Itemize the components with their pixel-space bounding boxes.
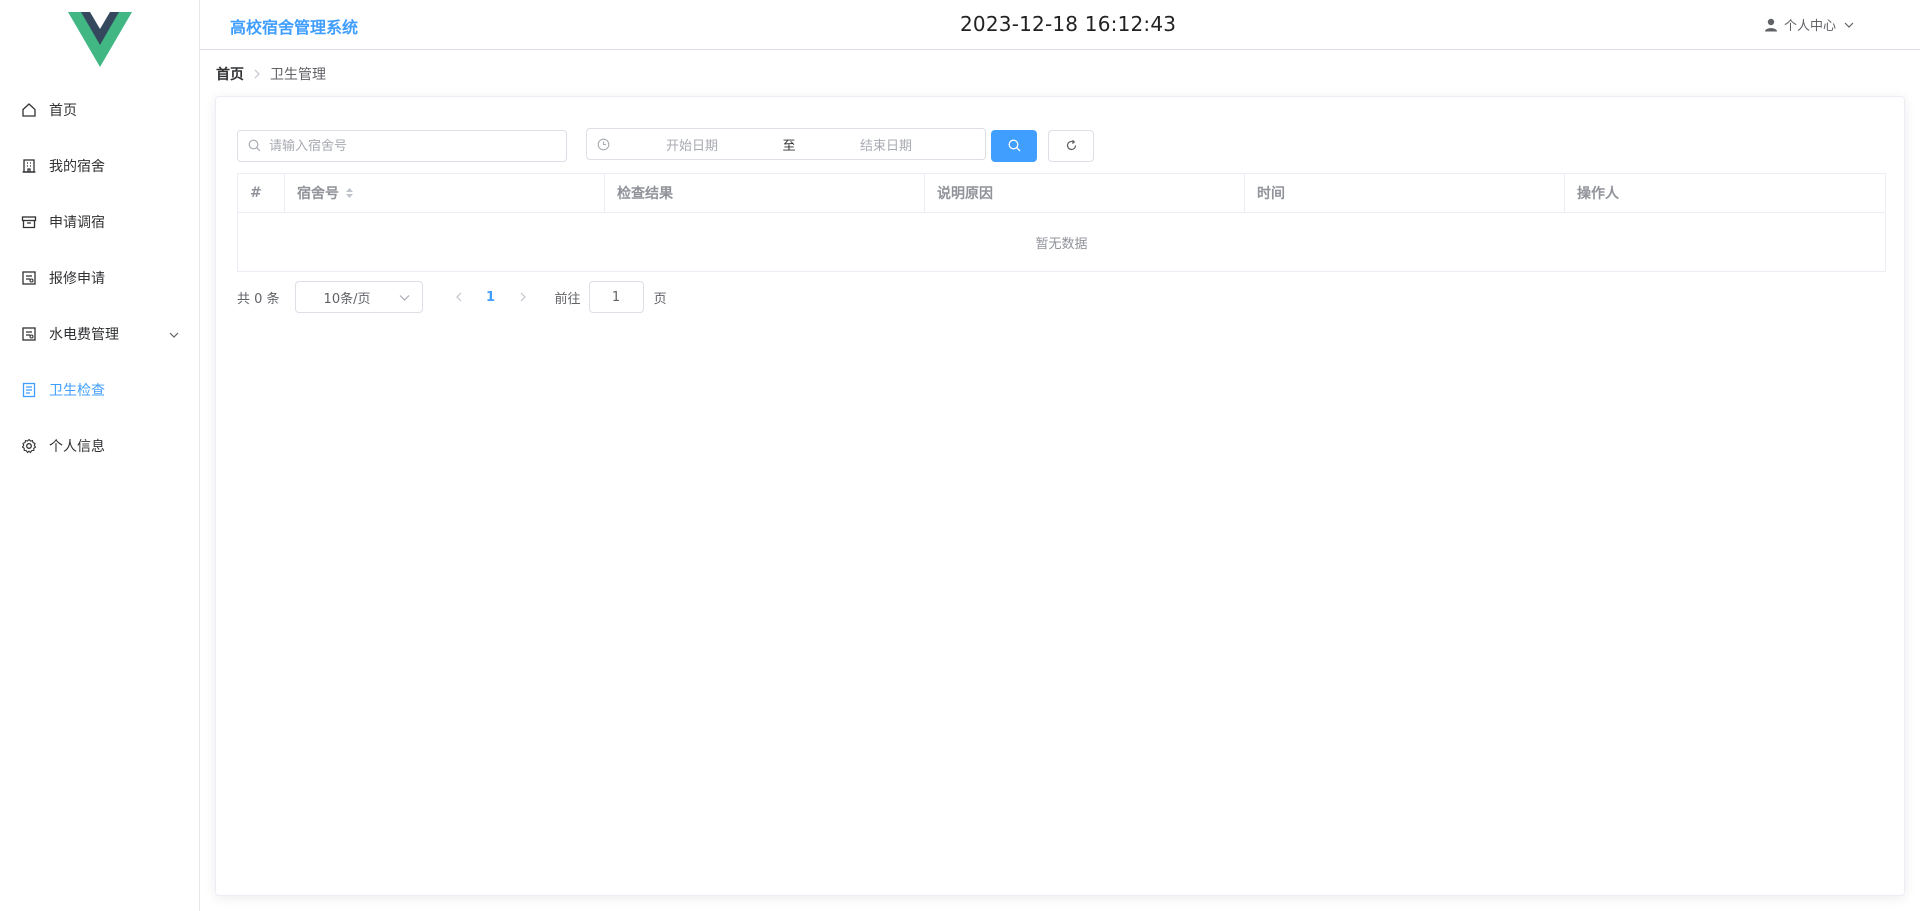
- goto-page-input[interactable]: [588, 281, 644, 313]
- sidebar-item-my-dorm[interactable]: 我的宿舍: [0, 138, 199, 194]
- document-icon: [20, 381, 38, 399]
- end-date-input[interactable]: 结束日期: [804, 135, 968, 154]
- dorm-search-input[interactable]: [269, 138, 559, 154]
- column-header-index: #: [238, 174, 285, 212]
- page-number-button[interactable]: 1: [481, 290, 501, 305]
- box-icon: [20, 213, 38, 231]
- page-size-value: 10条/页: [323, 291, 371, 307]
- refresh-icon: [1065, 137, 1078, 156]
- sidebar-item-label: 我的宿舍: [49, 159, 105, 175]
- dorm-search-input-wrapper[interactable]: [237, 130, 567, 162]
- sidebar-item-label: 报修申请: [49, 271, 105, 287]
- table-empty-text: 暂无数据: [1035, 236, 1088, 252]
- breadcrumb-home[interactable]: 首页: [216, 64, 244, 84]
- column-header-reason: 说明原因: [925, 174, 1245, 212]
- top-header: 高校宿舍管理系统 2023-12-18 16:12:43 个人中心: [200, 0, 1920, 50]
- search-button[interactable]: [991, 130, 1037, 162]
- column-header-result: 检查结果: [605, 174, 925, 212]
- sidebar-item-transfer[interactable]: 申请调宿: [0, 194, 199, 250]
- pagination: 共 0 条 10条/页 1 前往 页: [237, 281, 667, 313]
- content-card: 开始日期 至 结束日期 # 宿舍号 检查结果 说明原因 时间 操作人 暂无数据: [215, 96, 1905, 896]
- datetime-display: 2023-12-18 16:12:43: [960, 12, 1177, 36]
- sidebar-item-label: 水电费管理: [49, 327, 119, 343]
- date-range-separator: 至: [782, 138, 796, 154]
- breadcrumb-current: 卫生管理: [270, 67, 326, 83]
- search-icon: [1008, 137, 1021, 156]
- chevron-right-icon: [253, 69, 261, 79]
- table-header: # 宿舍号 检查结果 说明原因 时间 操作人: [238, 174, 1885, 213]
- next-page-button[interactable]: [513, 292, 533, 302]
- tickets-icon: [20, 325, 38, 343]
- user-menu-dropdown[interactable]: 个人中心: [1764, 15, 1854, 34]
- pagination-total: 共 0 条: [237, 291, 280, 307]
- hygiene-table: # 宿舍号 检查结果 说明原因 时间 操作人 暂无数据: [237, 173, 1886, 272]
- gear-icon: [20, 437, 38, 455]
- prev-page-button[interactable]: [449, 292, 469, 302]
- reset-button[interactable]: [1048, 130, 1094, 162]
- chevron-down-icon: [1844, 20, 1854, 30]
- app-title: 高校宿舍管理系统: [230, 18, 359, 37]
- sort-caret-icon[interactable]: [345, 187, 354, 199]
- sidebar-item-label: 首页: [49, 103, 77, 119]
- column-header-dorm-no[interactable]: 宿舍号: [285, 174, 605, 212]
- sidebar-item-label: 个人信息: [49, 439, 105, 455]
- tickets-icon: [20, 269, 38, 287]
- chevron-down-icon: [399, 292, 410, 303]
- sidebar-menu: 首页 我的宿舍 申请调宿 报修申请 水电费管理 卫生检查 个人信息: [0, 82, 199, 474]
- column-header-operator: 操作人: [1577, 186, 1619, 202]
- column-header-time: 时间: [1245, 174, 1565, 212]
- sidebar-item-profile[interactable]: 个人信息: [0, 418, 199, 474]
- clock-icon: [597, 138, 610, 151]
- breadcrumb: 首页 卫生管理: [216, 64, 326, 84]
- start-date-input[interactable]: 开始日期: [610, 135, 774, 154]
- user-icon: [1764, 18, 1778, 32]
- sidebar-item-utility[interactable]: 水电费管理: [0, 306, 199, 362]
- date-range-picker[interactable]: 开始日期 至 结束日期: [586, 128, 986, 160]
- home-icon: [20, 101, 38, 119]
- sidebar-item-repair[interactable]: 报修申请: [0, 250, 199, 306]
- page-size-select[interactable]: 10条/页: [294, 281, 423, 313]
- page-unit-label: 页: [653, 291, 667, 307]
- building-icon: [20, 157, 38, 175]
- sidebar-item-home[interactable]: 首页: [0, 82, 199, 138]
- sidebar: 首页 我的宿舍 申请调宿 报修申请 水电费管理 卫生检查 个人信息: [0, 0, 200, 911]
- column-header-label: 宿舍号: [297, 186, 339, 202]
- sidebar-item-label: 申请调宿: [49, 215, 105, 231]
- goto-label: 前往: [554, 291, 581, 307]
- sidebar-item-hygiene[interactable]: 卫生检查: [0, 362, 199, 418]
- user-menu-label: 个人中心: [1784, 19, 1837, 34]
- chevron-down-icon: [169, 328, 179, 344]
- search-icon: [248, 137, 261, 156]
- sidebar-item-label: 卫生检查: [49, 383, 105, 399]
- vue-logo: [68, 12, 132, 68]
